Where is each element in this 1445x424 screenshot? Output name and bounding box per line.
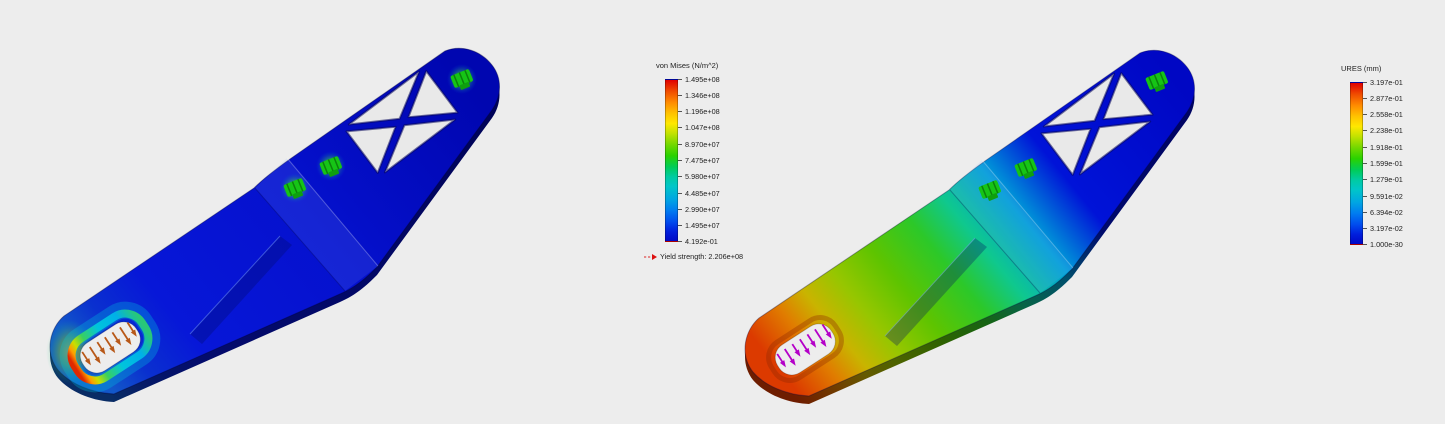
legend-value: 2.238e-01: [1363, 127, 1403, 135]
legend-tick: [1363, 163, 1367, 164]
displacement-model[interactable]: [745, 50, 1194, 404]
legend-tick: [1363, 244, 1367, 245]
legend-value: 1.495e+07: [678, 222, 720, 230]
legend-tick: [1363, 196, 1367, 197]
legend-value: 7.475e+07: [678, 156, 720, 164]
legend-value: 1.196e+08: [678, 108, 720, 116]
yield-strength-label: Yield strength: 2.206e+08: [660, 252, 743, 261]
legend-value: 5.980e+07: [678, 173, 720, 181]
legend-tick: [678, 160, 682, 161]
stress-colorbar: [665, 79, 678, 242]
legend-tick: [678, 176, 682, 177]
yield-strength-indicator: Yield strength: 2.206e+08: [644, 252, 743, 261]
legend-value: 1.279e-01: [1363, 176, 1403, 184]
legend-value: 6.394e-02: [1363, 208, 1403, 216]
legend-value: 8.970e+07: [678, 140, 720, 148]
displacement-legend-title: URES (mm): [1341, 64, 1403, 73]
legend-tick: [678, 111, 682, 112]
legend-value: 2.877e-01: [1363, 94, 1403, 102]
legend-tick: [678, 127, 682, 128]
legend-value: 2.558e-01: [1363, 111, 1403, 119]
legend-value: 1.918e-01: [1363, 143, 1403, 151]
legend-tick: [678, 144, 682, 145]
stress-legend: von Mises (N/m^2) 1.495e+08 1.346e+08 1.…: [656, 61, 743, 261]
legend-tick: [1363, 147, 1367, 148]
stress-colorbar-labels: 1.495e+08 1.346e+08 1.196e+08 1.047e+08 …: [678, 75, 720, 246]
legend-value: 3.197e-01: [1363, 78, 1403, 86]
legend-tick: [1363, 212, 1367, 213]
legend-tick: [678, 95, 682, 96]
legend-value: 1.047e+08: [678, 124, 720, 132]
legend-value: 1.346e+08: [678, 91, 720, 99]
legend-value: 4.192e-01: [678, 238, 720, 246]
displacement-colorbar: [1350, 82, 1363, 245]
legend-tick: [1363, 114, 1367, 115]
legend-value: 1.599e-01: [1363, 159, 1403, 167]
yield-arrow-icon: [644, 253, 657, 261]
legend-tick: [678, 193, 682, 194]
legend-tick: [1363, 82, 1367, 83]
legend-value: 1.000e-30: [1363, 241, 1403, 249]
simulation-viewport[interactable]: von Mises (N/m^2) 1.495e+08 1.346e+08 1.…: [0, 0, 1445, 424]
legend-tick: [678, 209, 682, 210]
legend-value: 2.990e+07: [678, 205, 720, 213]
legend-tick: [678, 225, 682, 226]
displacement-legend: URES (mm) 3.197e-01 2.877e-01 2.558e-01 …: [1341, 64, 1403, 249]
stress-model[interactable]: [46, 48, 500, 402]
legend-value: 3.197e-02: [1363, 225, 1403, 233]
legend-value: 4.485e+07: [678, 189, 720, 197]
legend-value: 1.495e+08: [678, 75, 720, 83]
stress-legend-title: von Mises (N/m^2): [656, 61, 743, 70]
displacement-colorbar-labels: 3.197e-01 2.877e-01 2.558e-01 2.238e-01 …: [1363, 78, 1403, 249]
legend-tick: [1363, 228, 1367, 229]
legend-tick: [1363, 130, 1367, 131]
legend-tick: [1363, 179, 1367, 180]
legend-value: 9.591e-02: [1363, 192, 1403, 200]
legend-tick: [678, 241, 682, 242]
legend-tick: [1363, 98, 1367, 99]
legend-tick: [678, 79, 682, 80]
